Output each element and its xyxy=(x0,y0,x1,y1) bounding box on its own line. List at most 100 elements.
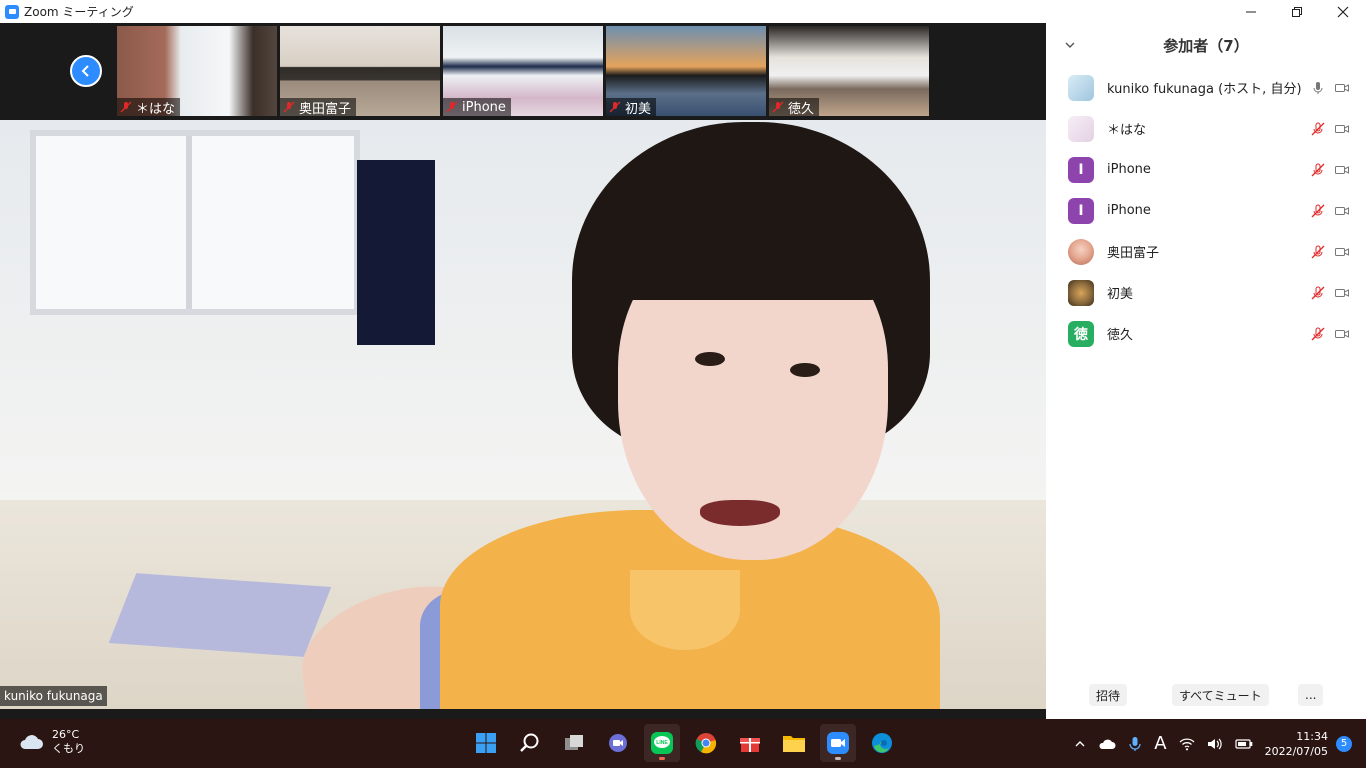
participant-status-icons xyxy=(1310,80,1350,96)
mic-muted-icon[interactable] xyxy=(1310,203,1326,219)
video-camera-icon[interactable] xyxy=(1334,285,1350,301)
video-camera-icon[interactable] xyxy=(1334,326,1350,342)
cloud-icon xyxy=(20,735,43,749)
video-person-bangs xyxy=(600,150,900,300)
microphone-tray-button[interactable] xyxy=(1128,736,1142,752)
chrome-button[interactable] xyxy=(688,724,724,762)
video-camera-icon[interactable] xyxy=(1334,203,1350,219)
mic-icon[interactable] xyxy=(1310,80,1326,96)
participant-list: kuniko fukunaga (ホスト, 自分) ＊はな I iPhone I xyxy=(1046,67,1366,354)
system-tray: A 11:34 2022/07/05 5 xyxy=(1074,719,1366,768)
participant-row[interactable]: 徳 徳久 xyxy=(1046,313,1366,354)
clock-time: 11:34 xyxy=(1296,729,1328,743)
video-person-eye xyxy=(695,352,725,366)
line-app-button[interactable]: LINE xyxy=(644,724,680,762)
video-curtain-element xyxy=(357,160,435,345)
thumbnail-name-bar: 初美 xyxy=(606,98,657,116)
zoom-app-button[interactable] xyxy=(820,724,856,762)
video-thumbnail[interactable]: 初美 xyxy=(606,26,766,116)
search-button[interactable] xyxy=(512,724,548,762)
close-button[interactable] xyxy=(1320,0,1366,23)
video-stage: ＊はな 奥田富子 iPhone 初美 徳久 kuniko fukunaga xyxy=(0,23,1046,719)
battery-tray-button[interactable] xyxy=(1234,738,1253,750)
video-camera-icon[interactable] xyxy=(1334,121,1350,137)
teams-chat-button[interactable] xyxy=(600,724,636,762)
speaker-name-label: kuniko fukunaga xyxy=(0,686,107,706)
folder-icon xyxy=(783,736,805,752)
avatar xyxy=(1068,74,1094,101)
participant-name: ＊はな xyxy=(1107,123,1147,138)
participant-status-icons xyxy=(1310,285,1350,301)
mic-muted-icon[interactable] xyxy=(1310,326,1326,342)
zoom-app-icon xyxy=(5,4,19,19)
chevron-up-icon xyxy=(1075,740,1085,746)
participant-row[interactable]: kuniko fukunaga (ホスト, 自分) xyxy=(1046,67,1366,108)
weather-widget[interactable]: 26°C くもり xyxy=(18,728,85,756)
avatar: 徳 xyxy=(1068,320,1094,347)
start-button[interactable] xyxy=(468,724,504,762)
participant-row[interactable]: I iPhone xyxy=(1046,149,1366,190)
onedrive-tray-button[interactable] xyxy=(1098,738,1116,750)
video-thumbnail[interactable]: ＊はな xyxy=(117,26,277,116)
avatar: I xyxy=(1068,197,1094,224)
participant-row[interactable]: I iPhone xyxy=(1046,190,1366,231)
restore-button[interactable] xyxy=(1274,0,1320,23)
wifi-tray-button[interactable] xyxy=(1179,737,1195,751)
participant-row[interactable]: ＊はな xyxy=(1046,108,1366,149)
active-speaker-video[interactable]: kuniko fukunaga xyxy=(0,120,1046,709)
windows-icon xyxy=(476,733,496,753)
chevron-down-icon[interactable] xyxy=(1064,39,1076,51)
chevron-left-icon xyxy=(81,65,89,77)
mic-muted-icon[interactable] xyxy=(1310,121,1326,137)
show-hidden-icons-button[interactable] xyxy=(1074,738,1086,750)
participants-panel: 参加者（7） kuniko fukunaga (ホスト, 自分) ＊はな I i… xyxy=(1046,23,1366,719)
more-options-button[interactable]: ... xyxy=(1298,684,1324,706)
notification-badge[interactable]: 5 xyxy=(1336,735,1352,752)
onedrive-cloud-icon xyxy=(1099,739,1116,749)
task-view-button[interactable] xyxy=(556,724,592,762)
mic-muted-icon[interactable] xyxy=(1310,285,1326,301)
video-camera-icon[interactable] xyxy=(1334,80,1350,96)
video-camera-icon[interactable] xyxy=(1334,244,1350,260)
chrome-icon xyxy=(695,733,717,754)
thumbnail-name-bar: iPhone xyxy=(443,98,511,116)
minimize-button[interactable] xyxy=(1228,0,1274,23)
participant-name: iPhone xyxy=(1107,203,1151,218)
gift-app-button[interactable] xyxy=(732,724,768,762)
video-thumbnail[interactable]: 徳久 xyxy=(769,26,929,116)
participant-name: 徳久 xyxy=(1107,328,1134,343)
mic-muted-icon[interactable] xyxy=(1310,162,1326,178)
video-thumbnail[interactable]: iPhone xyxy=(443,26,603,116)
participant-row[interactable]: 初美 xyxy=(1046,272,1366,313)
previous-page-button[interactable] xyxy=(70,55,102,87)
video-person-collar xyxy=(630,570,740,650)
participant-name: 奥田富子 xyxy=(1107,246,1160,261)
ime-indicator[interactable]: A xyxy=(1154,733,1166,754)
mic-muted-icon xyxy=(772,101,784,113)
video-window-element xyxy=(30,130,360,315)
line-icon: LINE xyxy=(651,732,673,754)
clock-button[interactable]: 11:34 2022/07/05 xyxy=(1265,729,1328,759)
window-controls xyxy=(1228,0,1366,23)
participant-status-icons xyxy=(1310,121,1350,137)
file-explorer-button[interactable] xyxy=(776,724,812,762)
participant-status-icons xyxy=(1310,326,1350,342)
wifi-icon xyxy=(1179,737,1195,750)
chat-icon xyxy=(609,734,627,752)
mic-muted-icon[interactable] xyxy=(1310,244,1326,260)
volume-tray-button[interactable] xyxy=(1207,737,1223,751)
mute-all-button[interactable]: すべてミュート xyxy=(1172,684,1269,706)
taskbar: 26°C くもり LINE A 11:34 2022/07/05 5 xyxy=(0,719,1366,768)
thumbnail-strip: ＊はな 奥田富子 iPhone 初美 徳久 xyxy=(0,23,1046,119)
video-thumbnail[interactable]: 奥田富子 xyxy=(280,26,440,116)
participants-panel-title: 参加者（7） xyxy=(1163,36,1249,55)
video-camera-icon[interactable] xyxy=(1334,162,1350,178)
invite-button[interactable]: 招待 xyxy=(1089,684,1128,706)
title-bar: Zoom ミーティング xyxy=(0,0,1366,23)
minimize-icon xyxy=(1246,11,1256,12)
svg-text:LINE: LINE xyxy=(656,740,668,746)
mic-muted-icon xyxy=(609,101,621,113)
thumbnail-name: iPhone xyxy=(462,99,506,115)
edge-button[interactable] xyxy=(864,724,900,762)
participant-row[interactable]: 奥田富子 xyxy=(1046,231,1366,272)
